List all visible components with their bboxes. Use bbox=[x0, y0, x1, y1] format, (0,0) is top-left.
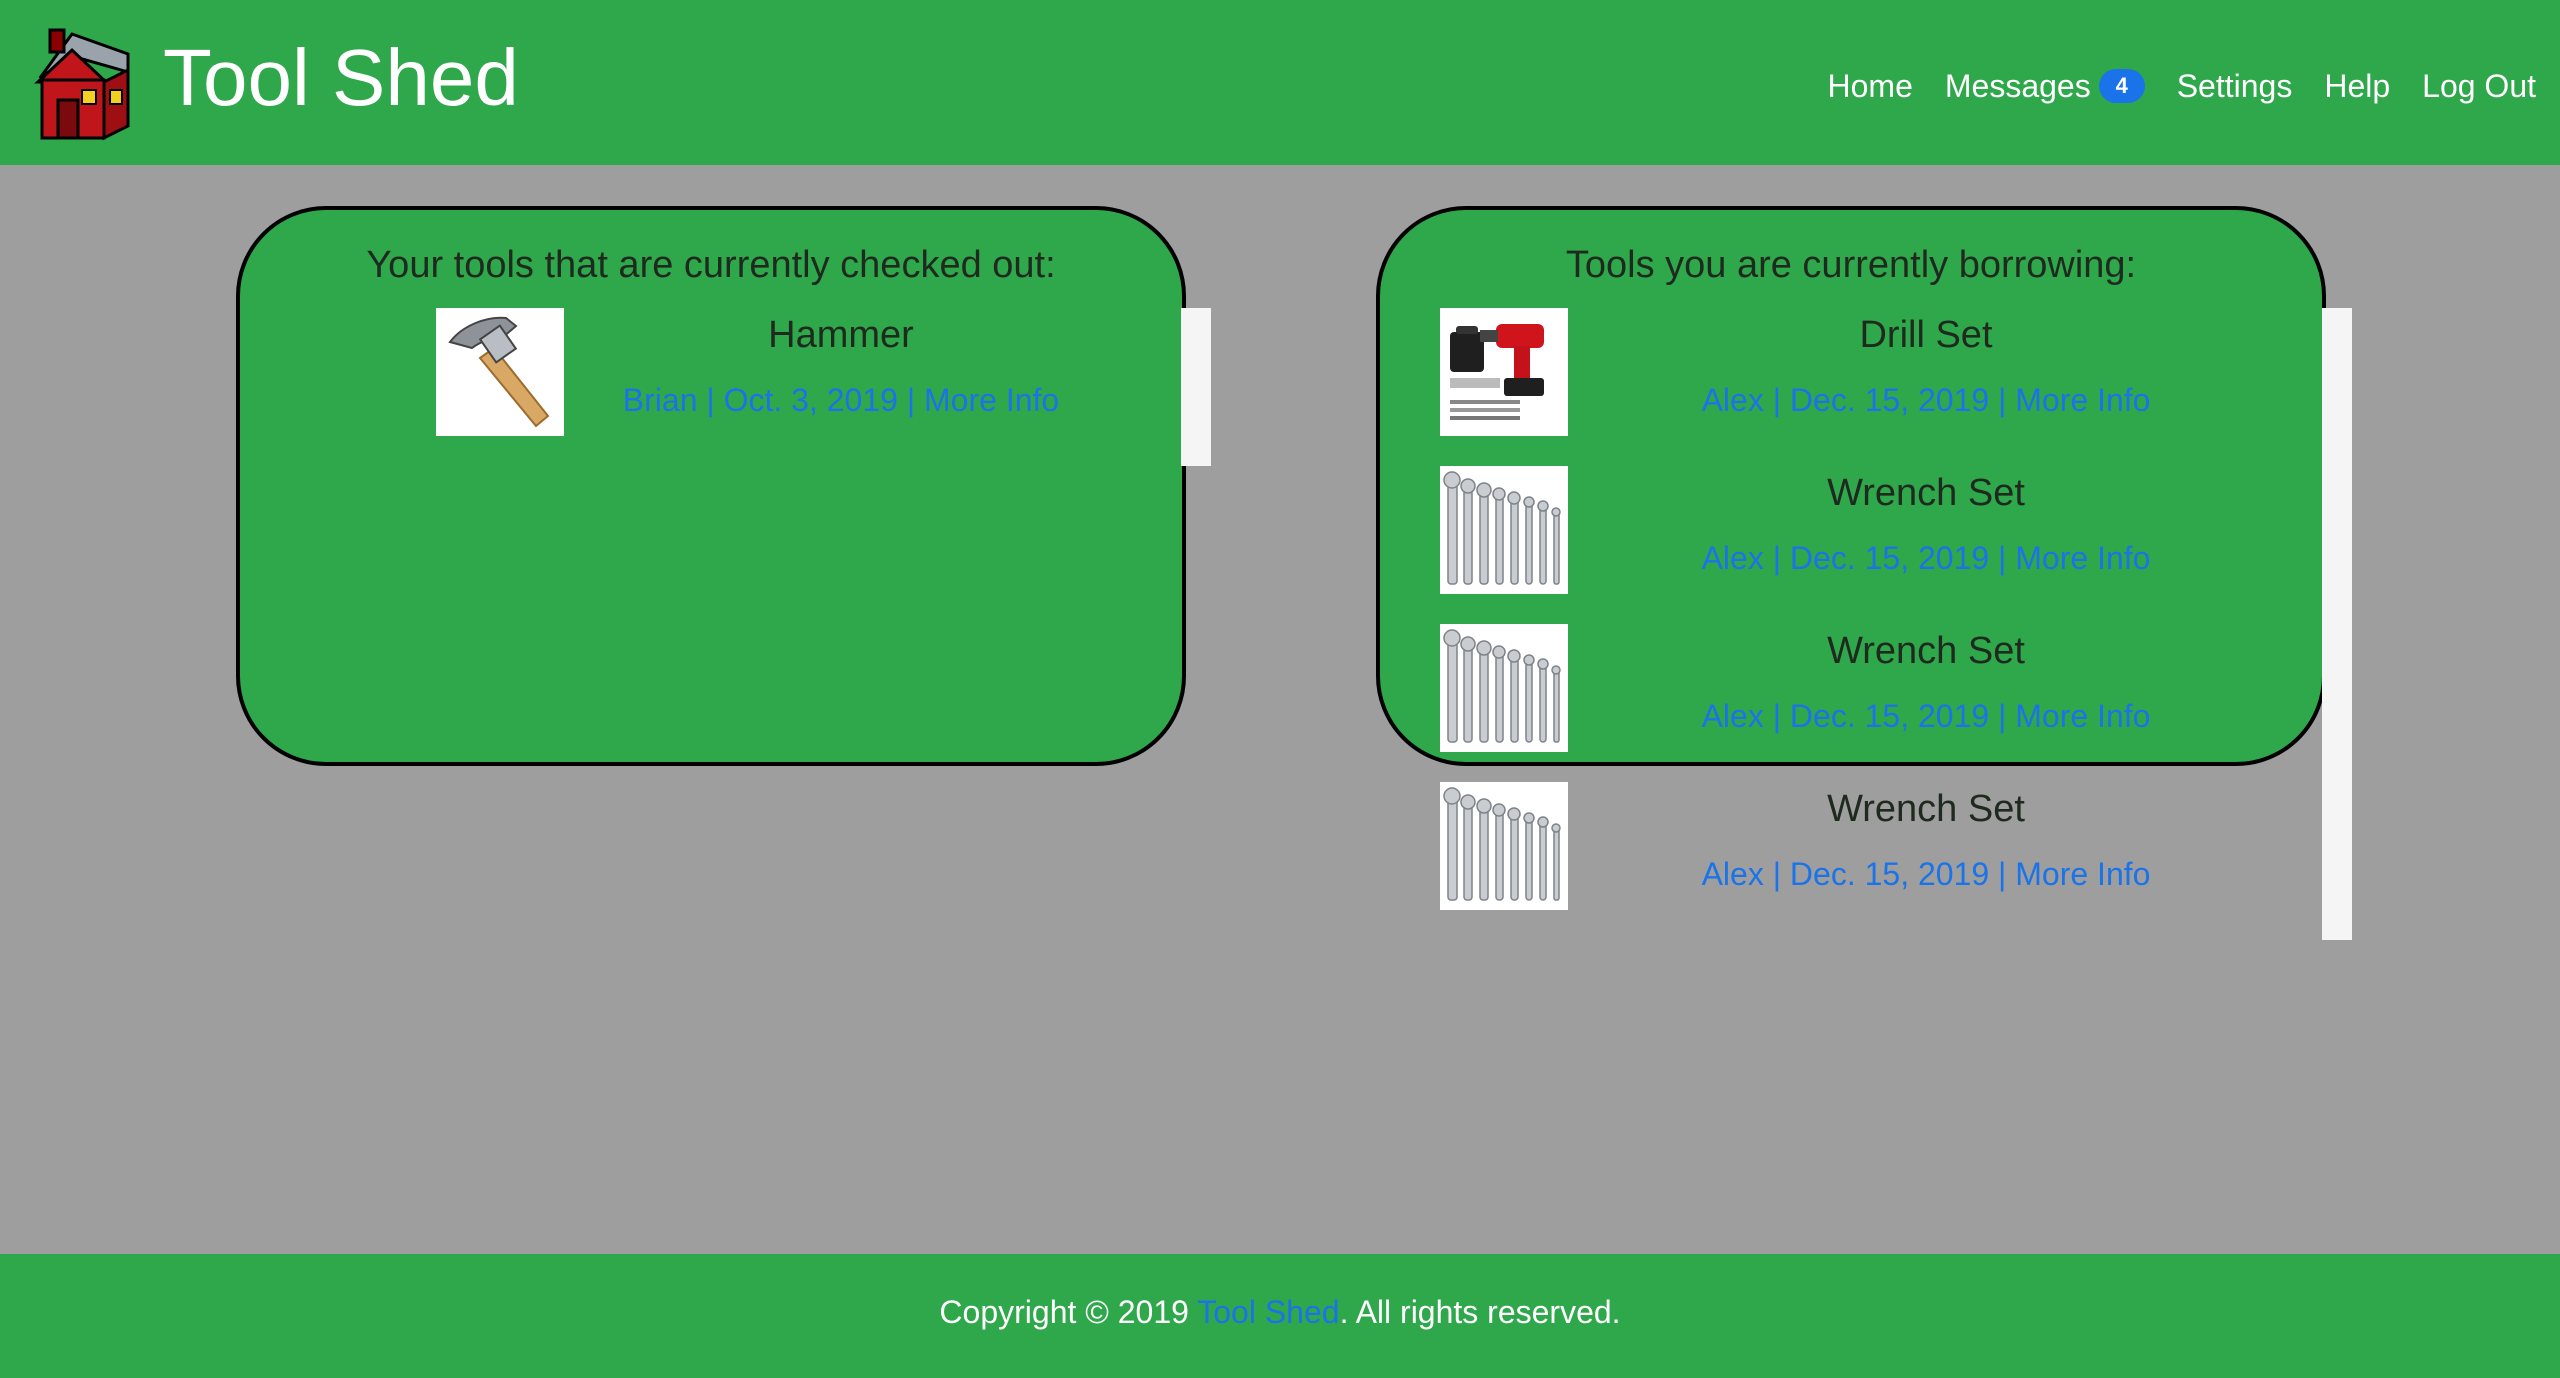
nav-help[interactable]: Help bbox=[2324, 68, 2390, 105]
footer-brand-link[interactable]: Tool Shed bbox=[1197, 1294, 1339, 1330]
lender-link[interactable]: Alex bbox=[1702, 382, 1764, 418]
more-info-link[interactable]: More Info bbox=[2015, 382, 2150, 418]
list-item: Wrench Set Alex | Dec. 15, 2019 | More I… bbox=[1440, 466, 2322, 624]
lender-link[interactable]: Alex bbox=[1702, 856, 1764, 892]
borrower-link[interactable]: Brian bbox=[623, 382, 698, 418]
copyright-suffix: . All rights reserved. bbox=[1339, 1294, 1621, 1330]
nav-links: Home Messages 4 Settings Help Log Out bbox=[1796, 64, 2537, 108]
tool-name: Hammer bbox=[768, 314, 914, 356]
tool-meta: Alex | Dec. 15, 2019 | More Info bbox=[1701, 698, 2151, 734]
more-info-link[interactable]: More Info bbox=[2015, 698, 2150, 734]
nav-logout[interactable]: Log Out bbox=[2422, 68, 2536, 105]
lender-link[interactable]: Alex bbox=[1702, 540, 1764, 576]
wrench-set-icon[interactable] bbox=[1440, 624, 1568, 752]
checked-out-scrollbar[interactable] bbox=[1181, 308, 1211, 466]
tool-name: Wrench Set bbox=[1827, 788, 2025, 830]
borrowing-heading: Tools you are currently borrowing: bbox=[1565, 244, 2137, 286]
more-info-link[interactable]: More Info bbox=[2015, 540, 2150, 576]
nav-settings[interactable]: Settings bbox=[2177, 68, 2293, 105]
list-item: Wrench Set Alex | Dec. 15, 2019 | More I… bbox=[1440, 624, 2322, 782]
wrench-set-icon[interactable] bbox=[1440, 466, 1568, 594]
more-info-link[interactable]: More Info bbox=[924, 382, 1059, 418]
tool-name: Wrench Set bbox=[1827, 472, 2025, 514]
checked-out-list[interactable]: Hammer Brian | Oct. 3, 2019 | More Info bbox=[436, 308, 1181, 466]
more-info-link[interactable]: More Info bbox=[2015, 856, 2150, 892]
hammer-icon[interactable] bbox=[436, 308, 564, 436]
tool-name: Drill Set bbox=[1859, 314, 1993, 356]
copyright-prefix: Copyright © 2019 bbox=[939, 1294, 1198, 1330]
tool-meta: Brian | Oct. 3, 2019 | More Info bbox=[622, 382, 1060, 418]
brand-title[interactable]: Tool Shed bbox=[163, 30, 519, 126]
date-link[interactable]: Dec. 15, 2019 bbox=[1790, 540, 1989, 576]
date-link[interactable]: Dec. 15, 2019 bbox=[1790, 856, 1989, 892]
copyright-text: Copyright © 2019 Tool Shed. All rights r… bbox=[0, 1294, 2560, 1331]
nav-home[interactable]: Home bbox=[1828, 68, 1913, 105]
borrowing-scrollbar[interactable] bbox=[2322, 308, 2352, 940]
red-house-icon[interactable] bbox=[32, 26, 134, 142]
date-link[interactable]: Dec. 15, 2019 bbox=[1790, 698, 1989, 734]
tool-meta: Alex | Dec. 15, 2019 | More Info bbox=[1701, 540, 2151, 576]
list-item: Wrench Set Alex | Dec. 15, 2019 | More I… bbox=[1440, 782, 2322, 940]
checked-out-heading: Your tools that are currently checked ou… bbox=[366, 244, 1056, 286]
messages-count-badge: 4 bbox=[2098, 69, 2145, 103]
borrowing-list[interactable]: Drill Set Alex | Dec. 15, 2019 | More In… bbox=[1440, 308, 2322, 940]
date-link[interactable]: Dec. 15, 2019 bbox=[1790, 382, 1989, 418]
date-link[interactable]: Oct. 3, 2019 bbox=[724, 382, 898, 418]
tool-name: Wrench Set bbox=[1827, 630, 2025, 672]
nav-messages-label: Messages bbox=[1944, 67, 2091, 104]
tool-meta: Alex | Dec. 15, 2019 | More Info bbox=[1701, 856, 2151, 892]
tool-meta: Alex | Dec. 15, 2019 | More Info bbox=[1701, 382, 2151, 418]
lender-link[interactable]: Alex bbox=[1702, 698, 1764, 734]
checked-out-card: Your tools that are currently checked ou… bbox=[236, 206, 1186, 766]
navbar: Tool Shed Home Messages 4 Settings Help … bbox=[0, 0, 2560, 165]
list-item: Hammer Brian | Oct. 3, 2019 | More Info bbox=[436, 308, 1181, 466]
footer: Copyright © 2019 Tool Shed. All rights r… bbox=[0, 1254, 2560, 1378]
list-item: Drill Set Alex | Dec. 15, 2019 | More In… bbox=[1440, 308, 2322, 466]
wrench-set-icon[interactable] bbox=[1440, 782, 1568, 910]
nav-messages[interactable]: Messages 4 bbox=[1945, 68, 2145, 105]
drill-icon[interactable] bbox=[1440, 308, 1568, 436]
